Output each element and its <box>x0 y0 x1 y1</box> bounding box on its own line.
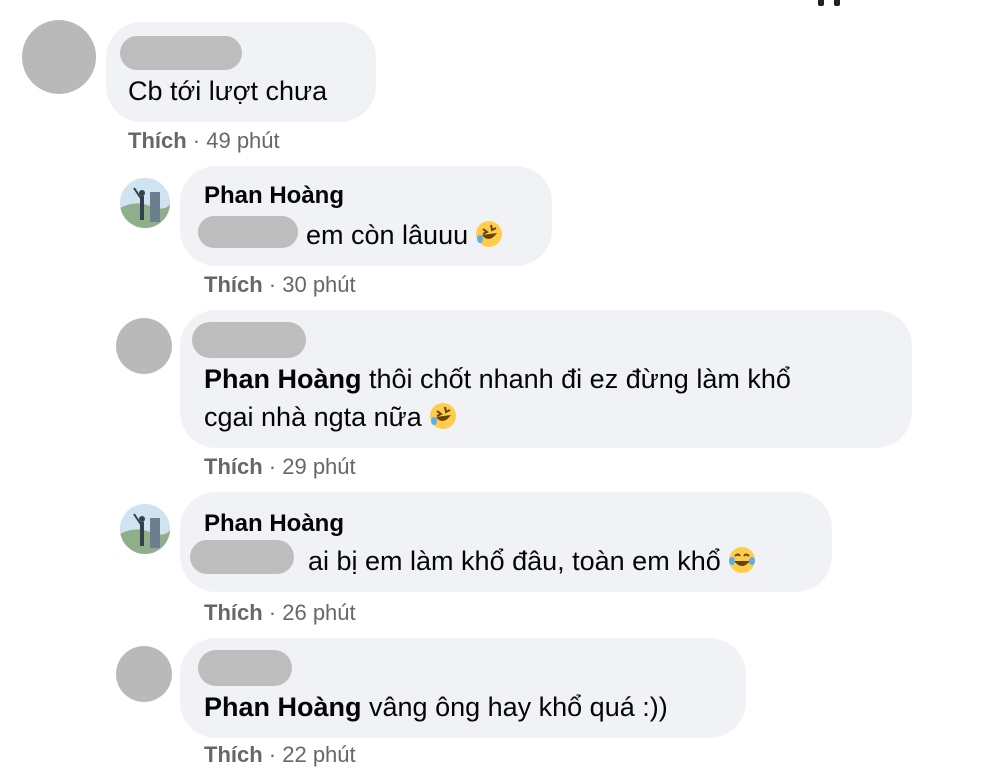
avatar-phan-hoang[interactable] <box>120 178 170 228</box>
author-name[interactable]: Phan Hoàng <box>204 510 344 538</box>
comment-time[interactable]: 26 phút <box>282 600 355 625</box>
like-link[interactable]: Thích <box>204 272 263 297</box>
comment-time[interactable]: 30 phút <box>282 272 355 297</box>
author-name-redacted[interactable] <box>192 322 306 358</box>
comment-text: ai bị em làm khổ đâu, toàn em khổ <box>308 542 757 585</box>
mention-redacted[interactable] <box>190 540 294 574</box>
comment-time[interactable]: 29 phút <box>282 454 355 479</box>
avatar-phan-hoang[interactable] <box>120 504 170 554</box>
comment-bubble: Phan Hoàng thôi chốt nhanh đi ez đừng là… <box>180 310 912 448</box>
separator: · <box>262 454 283 479</box>
comment-meta: Thích · 29 phút <box>204 454 356 480</box>
avatar-photo-icon <box>120 504 170 554</box>
author-name-redacted[interactable] <box>120 36 242 70</box>
avatar-redacted[interactable] <box>116 646 172 702</box>
separator: · <box>186 128 207 153</box>
comment-meta: Thích · 26 phút <box>204 600 356 626</box>
comment-text: Phan Hoàng vâng ông hay khổ quá :)) <box>204 688 668 726</box>
comment-text-content: em còn lâuuu <box>306 220 469 250</box>
comment-bubble: Phan Hoàng ai bị em làm khổ đâu, toàn em… <box>180 492 832 592</box>
comment-bubble: Phan Hoàng em còn lâuuu <box>180 166 552 266</box>
like-link[interactable]: Thích <box>204 742 263 767</box>
author-name[interactable]: Phan Hoàng <box>204 182 344 210</box>
comment-bubble: Phan Hoàng vâng ông hay khổ quá :)) <box>180 638 746 738</box>
rofl-emoji-icon <box>474 219 504 259</box>
joy-emoji-icon <box>727 545 757 585</box>
comment-text: em còn lâuuu <box>306 216 504 259</box>
comment-bubble: Cb tới lượt chưa <box>106 22 376 122</box>
comment-meta: Thích · 30 phút <box>204 272 356 298</box>
comment-text: Cb tới lượt chưa <box>128 76 328 106</box>
rofl-emoji-icon <box>428 401 458 441</box>
mention-link[interactable]: Phan Hoàng <box>204 692 362 722</box>
comment-meta: Thích · 49 phút <box>128 128 280 154</box>
comment-time[interactable]: 22 phút <box>282 742 355 767</box>
top-edge-fragment <box>818 0 824 6</box>
comment-meta: Thích · 22 phút <box>204 742 356 768</box>
comment-time[interactable]: 49 phút <box>206 128 279 153</box>
author-name-redacted[interactable] <box>198 650 292 686</box>
like-link[interactable]: Thích <box>128 128 187 153</box>
separator: · <box>262 742 283 767</box>
avatar-photo-icon <box>120 178 170 228</box>
comment-text-content: vâng ông hay khổ quá :)) <box>361 692 668 722</box>
separator: · <box>262 272 283 297</box>
comment-text-content: cgai nhà ngta nữa <box>204 402 422 432</box>
avatar-redacted[interactable] <box>22 20 96 94</box>
top-edge-fragment <box>834 0 840 6</box>
comment-text-content: thôi chốt nhanh đi ez đừng làm khổ <box>361 364 791 394</box>
separator: · <box>262 600 283 625</box>
like-link[interactable]: Thích <box>204 454 263 479</box>
avatar-redacted[interactable] <box>116 318 172 374</box>
like-link[interactable]: Thích <box>204 600 263 625</box>
comment-text-line1: Phan Hoàng thôi chốt nhanh đi ez đừng là… <box>204 360 791 398</box>
comment-text-content: ai bị em làm khổ đâu, toàn em khổ <box>308 546 721 576</box>
comment-text-line2: cgai nhà ngta nữa <box>204 398 458 441</box>
mention-redacted[interactable] <box>198 216 298 248</box>
mention-link[interactable]: Phan Hoàng <box>204 364 362 394</box>
